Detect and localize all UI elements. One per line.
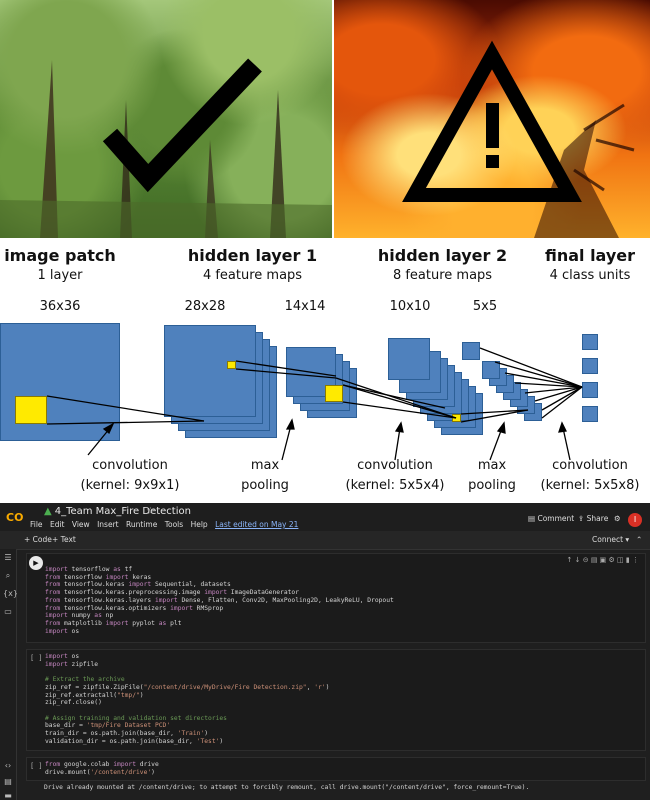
colab-window: CO ▲ 4_Team Max_Fire Detection ☆ File Edi… <box>0 503 650 800</box>
run-cell-button[interactable]: ▶ <box>29 556 43 570</box>
cnn-diagram: image patch 1 layer hidden layer 1 4 fea… <box>0 238 650 500</box>
share-button[interactable]: ⇪ Share <box>578 514 608 523</box>
code-editor[interactable]: from google.colab import drive drive.mou… <box>45 761 159 776</box>
share-label: Share <box>586 514 609 523</box>
operation-name: max <box>250 458 280 473</box>
more-options-icon[interactable]: ⋮ <box>632 556 639 564</box>
code-editor[interactable]: import tensorflow as tf from tensorflow … <box>45 566 394 635</box>
operation-kernel: pooling <box>241 478 289 493</box>
menu-runtime[interactable]: Runtime <box>126 520 157 529</box>
colab-header: CO ▲ 4_Team Max_Fire Detection ☆ File Edi… <box>0 503 650 531</box>
comment-button[interactable]: ▤ Comment <box>528 514 574 523</box>
warning-icon <box>402 40 582 202</box>
operation-label: max pooling <box>235 456 295 496</box>
gear-icon[interactable]: ⚙ <box>614 514 621 523</box>
fire-photo <box>334 0 650 238</box>
drive-icon: ▲ <box>44 506 52 517</box>
menu-bar: File Edit View Insert Runtime Tools Help… <box>30 520 303 529</box>
operation-name: max <box>477 458 507 473</box>
notebook-title[interactable]: ▲ 4_Team Max_Fire Detection <box>44 506 191 517</box>
terminal-icon[interactable]: ▬ <box>3 791 13 800</box>
share-icon: ⇪ <box>578 514 587 523</box>
checkmark-icon <box>102 58 262 193</box>
search-icon[interactable]: ⌕ <box>3 571 13 581</box>
comment-label: Comment <box>537 514 575 523</box>
last-edited-link[interactable]: Last edited on May 21 <box>215 520 298 529</box>
cell-execution-count[interactable]: [ ] <box>30 762 43 770</box>
move-up-icon[interactable]: ↑ <box>566 556 572 564</box>
cell-execution-count[interactable]: [ ] <box>30 654 43 662</box>
operation-label: convolution (kernel: 5x5x8) <box>530 456 650 496</box>
cell-toolbar: ↑ ↓ ⊝ ▤ ▣ ⚙ ◫ ▮ ⋮ <box>566 556 639 564</box>
move-down-icon[interactable]: ↓ <box>575 556 581 564</box>
menu-file[interactable]: File <box>30 520 43 529</box>
operation-name: convolution <box>357 458 433 473</box>
operation-kernel: (kernel: 5x5x8) <box>540 478 640 493</box>
notebook-title-text[interactable]: 4_Team Max_Fire Detection <box>55 506 191 517</box>
link-icon[interactable]: ⊝ <box>583 556 589 564</box>
delete-icon[interactable]: ▮ <box>626 556 630 564</box>
code-cell[interactable]: ▶ ↑ ↓ ⊝ ▤ ▣ ⚙ ◫ ▮ ⋮ import tensorflow as… <box>26 553 646 643</box>
connect-label: Connect <box>592 535 624 544</box>
side-rail: ☰ ⌕ {x} ▭ ‹› ▤ ▬ <box>0 549 18 800</box>
mirror-icon[interactable]: ◫ <box>617 556 624 564</box>
gear-icon[interactable]: ⚙ <box>609 556 615 564</box>
operation-kernel: (kernel: 5x5x4) <box>345 478 445 493</box>
star-icon[interactable]: ☆ <box>146 506 155 517</box>
operation-label: convolution (kernel: 9x9x1) <box>70 456 190 496</box>
operation-name: convolution <box>92 458 168 473</box>
cell-output: Drive already mounted at /content/drive;… <box>44 784 530 791</box>
menu-help[interactable]: Help <box>191 520 208 529</box>
notebook-toolbar: + Code + Text Connect ▾ ⌃ <box>0 531 650 550</box>
menu-view[interactable]: View <box>72 520 90 529</box>
avatar[interactable]: I <box>628 513 642 527</box>
add-text-button[interactable]: + Text <box>52 535 76 544</box>
command-palette-icon[interactable]: ▤ <box>3 777 13 786</box>
collapse-icon[interactable]: ⌃ <box>636 535 642 544</box>
connect-button[interactable]: Connect ▾ <box>592 535 629 544</box>
table-of-contents-icon[interactable]: ☰ <box>3 553 13 562</box>
colab-logo[interactable]: CO <box>6 511 23 524</box>
chevron-down-icon: ▾ <box>625 535 630 544</box>
edit-icon[interactable]: ▣ <box>600 556 607 564</box>
menu-edit[interactable]: Edit <box>50 520 65 529</box>
folder-icon[interactable]: ▭ <box>3 607 13 616</box>
add-code-button[interactable]: + Code <box>24 535 52 544</box>
operation-label: convolution (kernel: 5x5x4) <box>335 456 455 496</box>
code-cell[interactable]: [ ] from google.colab import drive drive… <box>26 757 646 781</box>
forest-photo <box>0 0 332 238</box>
menu-insert[interactable]: Insert <box>97 520 119 529</box>
operation-label: max pooling <box>462 456 522 496</box>
menu-tools[interactable]: Tools <box>165 520 183 529</box>
operation-name: convolution <box>552 458 628 473</box>
code-cell[interactable]: [ ] import os import zipfile # Extract t… <box>26 649 646 751</box>
code-snippets-icon[interactable]: ‹› <box>3 761 13 770</box>
code-editor[interactable]: import os import zipfile # Extract the a… <box>45 653 329 745</box>
variables-icon[interactable]: {x} <box>3 589 18 598</box>
comment-icon[interactable]: ▤ <box>591 556 598 564</box>
operation-kernel: pooling <box>468 478 516 493</box>
operation-kernel: (kernel: 9x9x1) <box>80 478 180 493</box>
